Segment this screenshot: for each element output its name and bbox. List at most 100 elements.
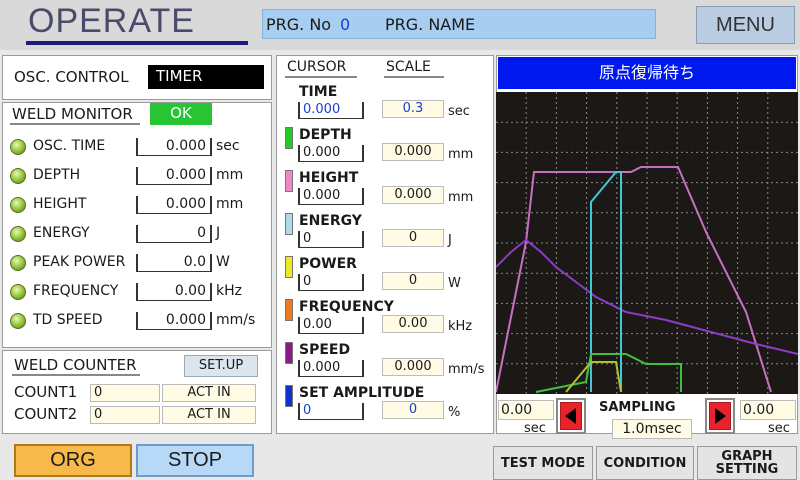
time-param-label: TIME <box>299 84 338 100</box>
frequency-label: FREQUENCY <box>33 283 119 299</box>
energy-value: 0 <box>136 225 212 243</box>
depth-scale-value[interactable]: 0.000 <box>382 143 444 161</box>
sampling-value[interactable]: 1.0msec <box>612 419 692 439</box>
energy-label: ENERGY <box>33 225 90 241</box>
height-unit: mm <box>448 190 474 205</box>
td-speed-indicator-icon <box>10 313 26 329</box>
speed-scale-value[interactable]: 0.000 <box>382 358 444 376</box>
graph-left-time[interactable]: 0.00 <box>498 400 554 420</box>
energy-unit: J <box>448 233 452 248</box>
count2-value[interactable]: 0 <box>90 406 160 424</box>
td-speed-label: TD SPEED <box>33 312 103 328</box>
frequency-scale-value[interactable]: 0.00 <box>382 315 444 333</box>
height-cursor-value[interactable]: 0.000 <box>298 188 364 205</box>
osc-time-value: 0.000 <box>136 138 212 156</box>
depth-indicator-icon <box>10 168 26 184</box>
graph-right-time[interactable]: 0.00 <box>740 400 796 420</box>
cursor-header: CURSOR <box>287 59 347 75</box>
speed-unit: mm/s <box>448 362 485 377</box>
frequency-unit: kHz <box>448 319 473 334</box>
condition-button[interactable]: CONDITION <box>596 446 694 480</box>
time-scale-value[interactable]: 0.3 <box>382 100 444 118</box>
depth-color-swatch <box>285 127 293 149</box>
waveform-frequency-trace <box>565 361 622 393</box>
height-unit: mm <box>216 196 244 212</box>
energy-unit: J <box>216 225 221 241</box>
scroll-right-button[interactable] <box>705 398 735 434</box>
program-number-label: PRG. No <box>266 15 332 34</box>
set-amplitude-color-swatch <box>285 385 293 407</box>
set-amplitude-scale-value[interactable]: 0 <box>382 401 444 419</box>
arrow-left-icon <box>565 408 576 424</box>
energy-color-swatch <box>285 213 293 235</box>
frequency-param-label: FREQUENCY <box>299 299 394 315</box>
depth-unit: mm <box>216 167 244 183</box>
power-unit: W <box>448 276 461 291</box>
graph-grid <box>496 92 798 394</box>
set-amplitude-unit: % <box>448 405 461 420</box>
weld-monitor-title: WELD MONITOR <box>12 105 133 123</box>
frequency-indicator-icon <box>10 284 26 300</box>
osc-time-label: OSC. TIME <box>33 138 106 154</box>
frequency-color-swatch <box>285 299 293 321</box>
graph-setting-button[interactable]: GRAPH SETTING <box>697 446 797 480</box>
frequency-value: 0.00 <box>136 283 212 301</box>
speed-color-swatch <box>285 342 293 364</box>
frequency-unit: kHz <box>216 283 242 299</box>
weld-counter-title-underline <box>12 374 140 376</box>
height-param-label: HEIGHT <box>299 170 359 186</box>
cursor-header-underline <box>285 76 357 78</box>
depth-unit: mm <box>448 147 474 162</box>
count1-action[interactable]: ACT IN <box>162 384 256 402</box>
menu-button[interactable]: MENU <box>696 6 795 44</box>
graph-setting-label-line2: SETTING <box>715 462 779 477</box>
title-underline <box>26 41 248 45</box>
height-value: 0.000 <box>136 196 212 214</box>
count2-action[interactable]: ACT IN <box>162 406 256 424</box>
depth-cursor-value[interactable]: 0.000 <box>298 145 364 162</box>
osc-time-indicator-icon <box>10 139 26 155</box>
weld-counter-title: WELD COUNTER <box>14 356 137 374</box>
program-name-label[interactable]: PRG. NAME <box>385 15 475 34</box>
power-color-swatch <box>285 256 293 278</box>
osc-control-value[interactable]: TIMER <box>148 65 264 89</box>
speed-param-label: SPEED <box>299 342 351 358</box>
power-cursor-value[interactable]: 0 <box>298 274 364 291</box>
program-number-value[interactable]: 0 <box>340 15 350 34</box>
speed-cursor-value[interactable]: 0.000 <box>298 360 364 377</box>
energy-cursor-value[interactable]: 0 <box>298 231 364 248</box>
time-cursor-value[interactable]: 0.000 <box>298 102 364 119</box>
count1-value[interactable]: 0 <box>90 384 160 402</box>
depth-value: 0.000 <box>136 167 212 185</box>
td-speed-value: 0.000 <box>136 312 212 330</box>
stop-button[interactable]: STOP <box>136 444 254 477</box>
energy-indicator-icon <box>10 226 26 242</box>
set-amplitude-param-label: SET AMPLITUDE <box>299 385 425 401</box>
weld-monitor-title-underline <box>10 123 140 125</box>
peak-power-value: 0.0 <box>136 254 212 272</box>
energy-scale-value[interactable]: 0 <box>382 229 444 247</box>
graph-status-title: 原点復帰待ち <box>498 57 796 89</box>
arrow-right-icon <box>715 408 726 424</box>
set-amplitude-cursor-value[interactable]: 0 <box>298 403 364 420</box>
power-param-label: POWER <box>299 256 357 272</box>
peak-power-indicator-icon <box>10 255 26 271</box>
setup-button[interactable]: SET.UP <box>184 355 258 377</box>
power-scale-value[interactable]: 0 <box>382 272 444 290</box>
count2-label: COUNT2 <box>14 405 78 423</box>
depth-param-label: DEPTH <box>299 127 352 143</box>
waveform-graph[interactable] <box>496 92 798 394</box>
peak-power-unit: W <box>216 254 230 270</box>
height-scale-value[interactable]: 0.000 <box>382 186 444 204</box>
sampling-label: SAMPLING <box>599 400 676 415</box>
scale-header: SCALE <box>386 59 431 75</box>
time-unit: sec <box>448 104 470 119</box>
weld-status-badge: OK <box>150 103 212 125</box>
energy-param-label: ENERGY <box>299 213 362 229</box>
scroll-left-button[interactable] <box>556 398 586 434</box>
test-mode-button[interactable]: TEST MODE <box>493 446 593 480</box>
height-label: HEIGHT <box>33 196 87 212</box>
org-button[interactable]: ORG <box>14 444 132 477</box>
scale-header-underline <box>384 76 444 78</box>
frequency-cursor-value[interactable]: 0.00 <box>298 317 364 334</box>
